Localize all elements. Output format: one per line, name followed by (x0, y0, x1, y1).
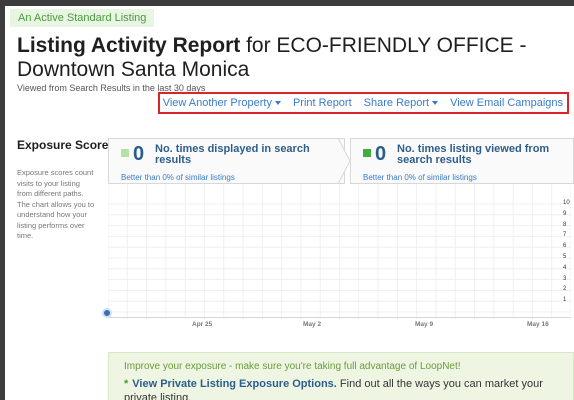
bullet-icon: * (124, 378, 129, 390)
view-another-property-label: View Another Property (162, 97, 272, 109)
score-label: No. times displayed in search results (155, 143, 310, 166)
score-count: 0 (375, 143, 387, 165)
x-tick-label: May 9 (415, 321, 434, 328)
x-tick-label: Apr 25 (192, 321, 213, 328)
report-actions-bar: View Another Property Print Report Share… (158, 92, 569, 114)
exposure-scores-description: Exposure scores count visits to your lis… (17, 168, 95, 240)
exposure-chart (108, 184, 571, 319)
banner-intro: Improve your exposure - make sure you're… (124, 361, 461, 372)
listing-status-badge: An Active Standard Listing (10, 9, 155, 27)
exposure-scores-heading: Exposure Scores (17, 139, 115, 152)
banner-bullet: * View Private Listing Exposure Options. … (124, 377, 564, 400)
chevron-down-icon (432, 101, 439, 106)
y-tick-label: 8 (563, 221, 567, 228)
y-tick-label: 5 (563, 254, 567, 260)
score-label: No. times listing viewed from search res… (397, 143, 550, 166)
y-tick-label: 7 (563, 232, 567, 239)
search-display-score-card: 0 No. times displayed in search results … (108, 138, 345, 184)
exposure-tip-banner: Improve your exposure - make sure you're… (108, 352, 574, 400)
view-another-property-menu[interactable]: View Another Property (163, 97, 281, 109)
y-tick-label: 1 (563, 297, 567, 304)
print-report-link[interactable]: Print Report (293, 97, 352, 109)
score-comparison: Better than 0% of similar listings (121, 173, 235, 182)
y-tick-label: 9 (563, 210, 567, 217)
chevron-down-icon (274, 101, 281, 106)
x-tick-label: May 2 (303, 321, 322, 328)
y-tick-label: 3 (563, 275, 567, 282)
y-tick-label: 4 (563, 264, 567, 271)
report-page: An Active Standard Listing Listing Activ… (5, 6, 574, 400)
y-tick-label: 6 (563, 243, 567, 250)
share-report-label: Share Report (363, 97, 430, 109)
view-email-campaigns-link[interactable]: View Email Campaigns (450, 97, 563, 109)
score-comparison: Better than 0% of similar listings (363, 173, 477, 182)
legend-swatch (121, 149, 129, 157)
exposure-scores-heading-text: Exposure Scores (17, 138, 116, 152)
page-title: Listing Activity Report for ECO-FRIENDLY… (17, 34, 562, 82)
search-view-score-card: 0 No. times listing viewed from search r… (350, 138, 574, 184)
chart-time-axis (108, 317, 571, 343)
y-tick-label: 2 (563, 286, 567, 293)
private-listing-exposure-link[interactable]: View Private Listing Exposure Options. (132, 378, 337, 390)
page-title-bold: Listing Activity Report (17, 34, 241, 57)
x-tick-label: May 16 (527, 321, 549, 328)
share-report-menu[interactable]: Share Report (363, 97, 439, 109)
timeline-slider-handle[interactable] (102, 308, 112, 318)
y-tick-label: 10 (563, 200, 570, 206)
legend-swatch (363, 149, 371, 157)
score-count: 0 (133, 143, 145, 165)
